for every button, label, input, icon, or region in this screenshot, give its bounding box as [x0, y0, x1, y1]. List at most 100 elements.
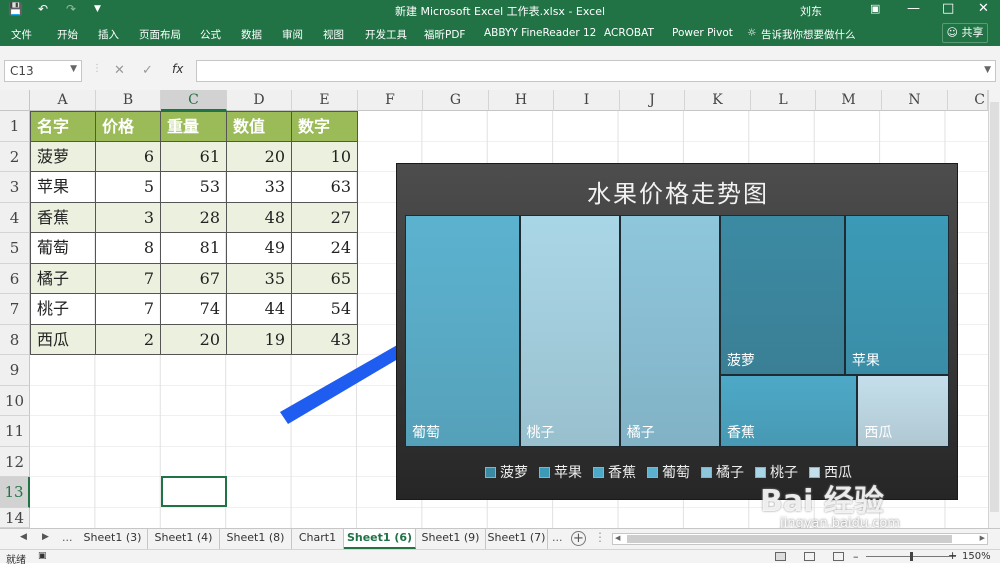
- legend-item[interactable]: 橘子: [701, 462, 744, 482]
- table-cell[interactable]: 24: [292, 233, 358, 264]
- table-cell[interactable]: 苹果: [30, 172, 96, 203]
- table-cell[interactable]: 3: [96, 202, 161, 233]
- treemap-plot-area[interactable]: 葡萄 桃子 橘子 菠萝 苹果 香蕉 西瓜: [405, 215, 949, 447]
- normal-view-icon[interactable]: [775, 552, 786, 561]
- chart-title[interactable]: 水果价格走势图: [397, 174, 959, 209]
- col-header-b[interactable]: B: [96, 90, 161, 111]
- row-header-10[interactable]: 10: [0, 385, 30, 416]
- tab-file[interactable]: 文件: [11, 27, 32, 42]
- selected-cell[interactable]: [161, 476, 227, 507]
- add-sheet-button[interactable]: +: [571, 531, 586, 546]
- legend-item[interactable]: 葡萄: [647, 462, 690, 482]
- table-cell[interactable]: 20: [161, 324, 227, 355]
- col-header-f[interactable]: F: [358, 90, 423, 111]
- table-cell[interactable]: 35: [227, 263, 292, 294]
- treemap-tile[interactable]: 苹果: [844, 215, 949, 375]
- zoom-slider-knob[interactable]: [910, 552, 913, 561]
- col-header-c[interactable]: C: [161, 90, 227, 111]
- sheet-tab[interactable]: Chart1: [292, 529, 344, 549]
- sheet-tab[interactable]: Sheet1 (9): [416, 529, 486, 549]
- sheet-tab-active[interactable]: Sheet1 (6): [344, 529, 416, 549]
- row-header-13[interactable]: 13: [0, 477, 30, 508]
- zoom-in-button[interactable]: +: [948, 549, 957, 562]
- tab-abbyy[interactable]: ABBYY FineReader 12: [484, 27, 596, 39]
- table-cell[interactable]: 28: [161, 202, 227, 233]
- header-cell[interactable]: 数字: [292, 111, 358, 142]
- tab-developer[interactable]: 开发工具: [365, 27, 407, 42]
- treemap-tile[interactable]: 西瓜: [857, 374, 949, 447]
- col-header-h[interactable]: H: [489, 90, 554, 111]
- header-cell[interactable]: 名字: [30, 111, 96, 142]
- horizontal-scrollbar[interactable]: ◀ ▶: [612, 533, 988, 545]
- table-cell[interactable]: 西瓜: [30, 324, 96, 355]
- tab-insert[interactable]: 插入: [98, 27, 119, 42]
- legend-item[interactable]: 菠萝: [485, 462, 528, 482]
- tab-formulas[interactable]: 公式: [200, 27, 221, 42]
- scroll-left-icon[interactable]: ◀: [615, 534, 620, 542]
- col-header-i[interactable]: I: [554, 90, 620, 111]
- table-cell[interactable]: 48: [227, 202, 292, 233]
- table-cell[interactable]: 10: [292, 141, 358, 172]
- col-header-a[interactable]: A: [30, 90, 96, 111]
- legend-item[interactable]: 香蕉: [593, 462, 636, 482]
- row-header-7[interactable]: 7: [0, 294, 30, 325]
- col-header-j[interactable]: J: [620, 90, 685, 111]
- table-cell[interactable]: 7: [96, 263, 161, 294]
- row-header-14[interactable]: 14: [0, 507, 30, 528]
- treemap-tile[interactable]: 桃子: [519, 215, 620, 447]
- table-cell[interactable]: 61: [161, 141, 227, 172]
- enter-icon[interactable]: ✓: [142, 63, 153, 78]
- table-cell[interactable]: 8: [96, 233, 161, 264]
- vertical-scroll-thumb[interactable]: [990, 102, 999, 512]
- table-cell[interactable]: 橘子: [30, 263, 96, 294]
- tab-view[interactable]: 视图: [323, 27, 344, 42]
- legend-item[interactable]: 苹果: [539, 462, 582, 482]
- col-header-d[interactable]: D: [227, 90, 292, 111]
- treemap-tile[interactable]: 葡萄: [405, 215, 520, 447]
- page-break-view-icon[interactable]: [833, 552, 844, 561]
- row-header-3[interactable]: 3: [0, 172, 30, 203]
- table-cell[interactable]: 香蕉: [30, 202, 96, 233]
- tab-data[interactable]: 数据: [241, 27, 262, 42]
- tab-acrobat[interactable]: ACROBAT: [604, 27, 654, 39]
- col-header-n[interactable]: N: [882, 90, 948, 111]
- table-cell[interactable]: 6: [96, 141, 161, 172]
- close-icon[interactable]: ✕: [978, 1, 989, 16]
- table-cell[interactable]: 葡萄: [30, 233, 96, 264]
- page-layout-view-icon[interactable]: [804, 552, 815, 561]
- table-cell[interactable]: 5: [96, 172, 161, 203]
- sheet-tab[interactable]: Sheet1 (4): [148, 529, 220, 549]
- row-header-4[interactable]: 4: [0, 202, 30, 233]
- header-cell[interactable]: 数值: [227, 111, 292, 142]
- scroll-right-icon[interactable]: ▶: [980, 534, 985, 542]
- table-cell[interactable]: 67: [161, 263, 227, 294]
- sheet-tab[interactable]: Sheet1 (7): [486, 529, 548, 549]
- insert-function-button[interactable]: fx: [172, 62, 183, 76]
- cancel-icon[interactable]: ✕: [114, 63, 125, 78]
- row-header-11[interactable]: 11: [0, 416, 30, 447]
- minimize-icon[interactable]: —: [907, 1, 920, 16]
- table-cell[interactable]: 菠萝: [30, 141, 96, 172]
- name-box[interactable]: C13 ▼: [4, 60, 82, 82]
- col-header-e[interactable]: E: [292, 90, 358, 111]
- tab-foxit-pdf[interactable]: 福昕PDF: [424, 27, 465, 42]
- row-header-6[interactable]: 6: [0, 263, 30, 294]
- row-header-5[interactable]: 5: [0, 233, 30, 264]
- more-sheets-left[interactable]: ...: [62, 531, 73, 544]
- tab-power-pivot[interactable]: Power Pivot: [672, 27, 733, 39]
- maximize-icon[interactable]: □: [942, 1, 954, 16]
- row-header-8[interactable]: 8: [0, 324, 30, 355]
- treemap-tile[interactable]: 橘子: [619, 215, 720, 447]
- table-cell[interactable]: 53: [161, 172, 227, 203]
- macro-record-icon[interactable]: ▣: [38, 551, 47, 561]
- zoom-level[interactable]: 150%: [962, 551, 991, 562]
- table-cell[interactable]: 81: [161, 233, 227, 264]
- table-cell[interactable]: 49: [227, 233, 292, 264]
- prev-sheet-icon[interactable]: ◀: [20, 532, 27, 542]
- user-name[interactable]: 刘东: [800, 3, 822, 19]
- tab-home[interactable]: 开始: [57, 27, 78, 42]
- col-header-o[interactable]: C: [948, 90, 988, 111]
- table-cell[interactable]: 27: [292, 202, 358, 233]
- table-cell[interactable]: 7: [96, 294, 161, 325]
- splitter-icon[interactable]: ⋮: [594, 530, 606, 544]
